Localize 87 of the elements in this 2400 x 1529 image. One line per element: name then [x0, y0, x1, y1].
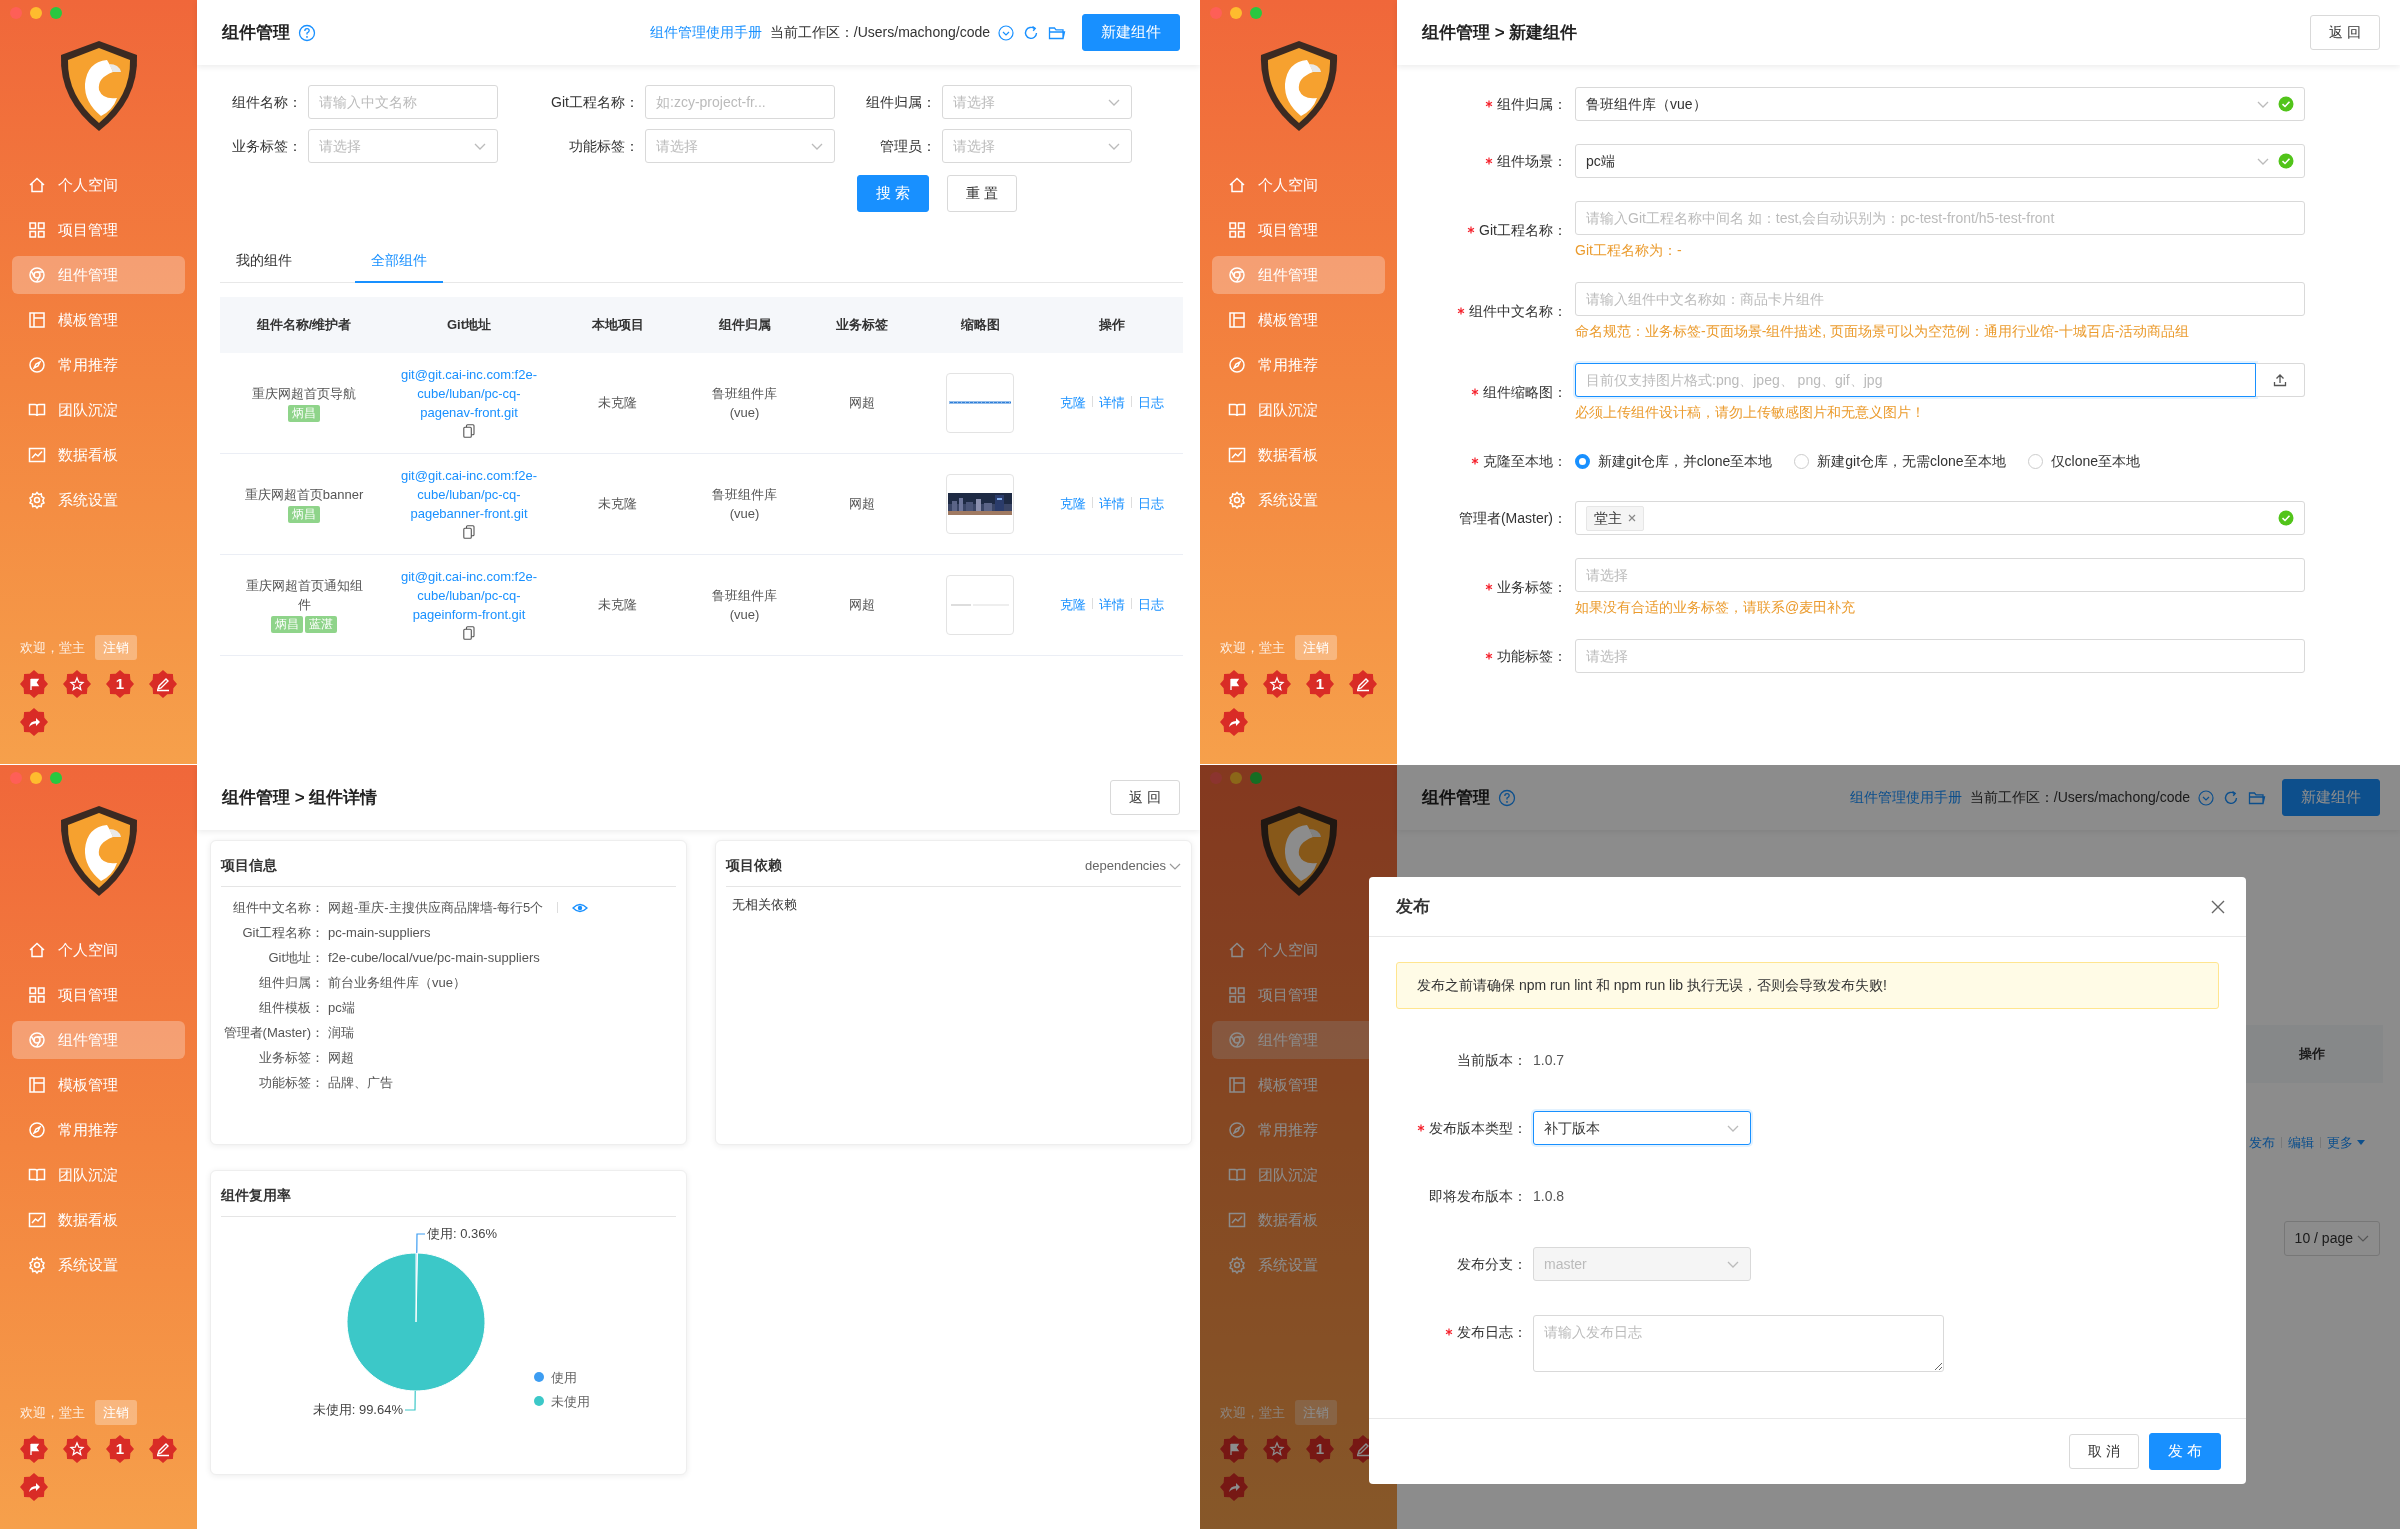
maintainer-tag: 炳昌 — [271, 616, 303, 633]
page-title: 组件管理 > 新建组件 — [1422, 21, 1578, 44]
data-label: 未使用: 99.64% — [312, 1402, 403, 1417]
field-label: 管理者(Master)： — [1458, 509, 1567, 528]
field-label: 组件缩略图： — [1483, 383, 1567, 402]
field-label: 业务标签： — [1497, 578, 1567, 597]
help-text: Git工程名称为：- — [1575, 241, 1683, 259]
field-label: 组件归属： — [258, 974, 324, 992]
field-value: 网超 — [328, 1049, 354, 1067]
help-text: 如果没有合适的业务标签，请联系@麦田补充 — [1575, 598, 1857, 616]
welcome-text: 欢迎，堂主 — [20, 1403, 85, 1422]
field-label: 当前版本： — [1457, 1051, 1527, 1070]
field-value: pc-main-suppliers — [328, 924, 431, 942]
card-title: 项目信息 — [221, 856, 277, 875]
table-cell-text: 鲁班组件库(vue) — [711, 485, 778, 523]
column-header: 组件名称/维护者 — [220, 296, 388, 353]
filter-label: 功能标签： — [568, 136, 639, 156]
maintainer-tag: 炳昌 — [288, 505, 320, 523]
field-label: 发布分支： — [1457, 1255, 1527, 1274]
welcome-text: 欢迎，堂主 — [20, 638, 85, 657]
maintainer-tag: 蓝湛 — [305, 616, 337, 633]
filter-label: 组件名称： — [231, 92, 302, 112]
page-title: 组件管理 > 组件详情 — [222, 786, 378, 809]
field-value: 润瑞 — [328, 1024, 354, 1042]
field-value: 品牌、广告 — [328, 1074, 393, 1092]
help-text: 必须上传组件设计稿，请勿上传敏感图片和无意义图片！ — [1575, 403, 1926, 421]
filter-label: 业务标签： — [231, 136, 302, 156]
filter-label: 组件归属： — [865, 92, 936, 112]
page-title: 组件管理 — [222, 21, 290, 44]
field-label: 功能标签： — [258, 1074, 324, 1092]
field-value: 1.0.8 — [1533, 1187, 1566, 1206]
column-header: Git地址 — [388, 296, 550, 353]
field-label: 组件场景： — [1497, 152, 1567, 171]
field-value: pc端 — [328, 999, 355, 1017]
page-title: 组件管理 — [1422, 786, 1490, 809]
field-value: 前台业务组件库（vue） — [328, 974, 466, 992]
workspace-path: 当前工作区：/Users/machong/code — [1969, 788, 2190, 807]
field-label: 管理者(Master)： — [222, 1024, 324, 1042]
table-cell-text: 鲁班组件库(vue) — [711, 586, 778, 624]
welcome-text: 欢迎，堂主 — [1220, 638, 1285, 657]
field-label: 组件中文名称： — [232, 899, 324, 917]
field-label: 功能标签： — [1497, 647, 1567, 666]
maintainer-tag: 炳昌 — [288, 404, 320, 422]
column-header: 组件归属 — [685, 296, 804, 353]
legend-label: 使用 — [551, 1370, 577, 1385]
field-label: 业务标签： — [258, 1049, 324, 1067]
warning-alert: 发布之前请确保 npm run lint 和 npm run lib 执行无误，否则会导致发布失败! — [1396, 962, 2219, 1009]
field-label: Git工程名称： — [1479, 221, 1567, 240]
filter-label: 管理员： — [879, 136, 936, 156]
empty-text: 无相关依赖 — [732, 897, 797, 912]
table-cell: 未克隆 — [550, 453, 685, 554]
field-label: 组件中文名称： — [1469, 302, 1567, 321]
table-cell: 网超 — [804, 453, 920, 554]
card-title: 项目依赖 — [726, 856, 782, 875]
field-label: 克隆至本地： — [1483, 452, 1567, 471]
column-header: 业务标签 — [804, 296, 920, 353]
field-value: f2e-cube/local/vue/pc-main-suppliers — [328, 949, 540, 967]
table-cell: 未克隆 — [550, 554, 685, 655]
column-header: 缩略图 — [920, 296, 1040, 353]
table-cell: 网超 — [804, 554, 920, 655]
field-value: 网超-重庆-主搜供应商品牌墙-每行5个 — [328, 899, 544, 917]
data-label: 使用: 0.36% — [427, 1226, 498, 1241]
filter-label: Git工程名称： — [550, 92, 639, 112]
table-cell: 未克隆 — [550, 352, 685, 453]
column-header: 操作 — [1040, 296, 1183, 353]
field-label: 组件归属： — [1497, 95, 1567, 114]
component-name: 重庆网超首页通知组件 — [244, 577, 364, 614]
table-cell-text: 鲁班组件库(vue) — [711, 384, 778, 422]
field-label: Git工程名称： — [241, 924, 324, 942]
table-cell: 网超 — [804, 352, 920, 453]
column-header: 操作 — [2297, 1045, 2326, 1064]
card-title: 组件复用率 — [221, 1186, 291, 1205]
legend-label: 未使用 — [551, 1394, 590, 1409]
component-name: 重庆网超首页导航 — [252, 384, 356, 403]
field-label: 组件模板： — [258, 999, 324, 1017]
field-label: 即将发布版本： — [1429, 1187, 1527, 1206]
welcome-text: 欢迎，堂主 — [1220, 1403, 1285, 1422]
dialog-title: 发布 — [1396, 895, 1430, 918]
field-label: 发布日志： — [1457, 1323, 1527, 1342]
user-name: 堂主 — [1594, 508, 1622, 528]
column-header: 本地项目 — [550, 296, 685, 353]
workspace-path: 当前工作区：/Users/machong/code — [769, 23, 990, 42]
help-text: 命名规范：业务标签-页面场景-组件描述, 页面场景可以为空范例：通用行业馆-十城百店-活动商品组 — [1575, 322, 2191, 340]
field-value: 1.0.7 — [1533, 1051, 1566, 1070]
field-label: 发布版本类型： — [1429, 1119, 1527, 1138]
field-label: Git地址： — [267, 949, 324, 967]
component-name: 重庆网超首页banner — [244, 485, 364, 504]
